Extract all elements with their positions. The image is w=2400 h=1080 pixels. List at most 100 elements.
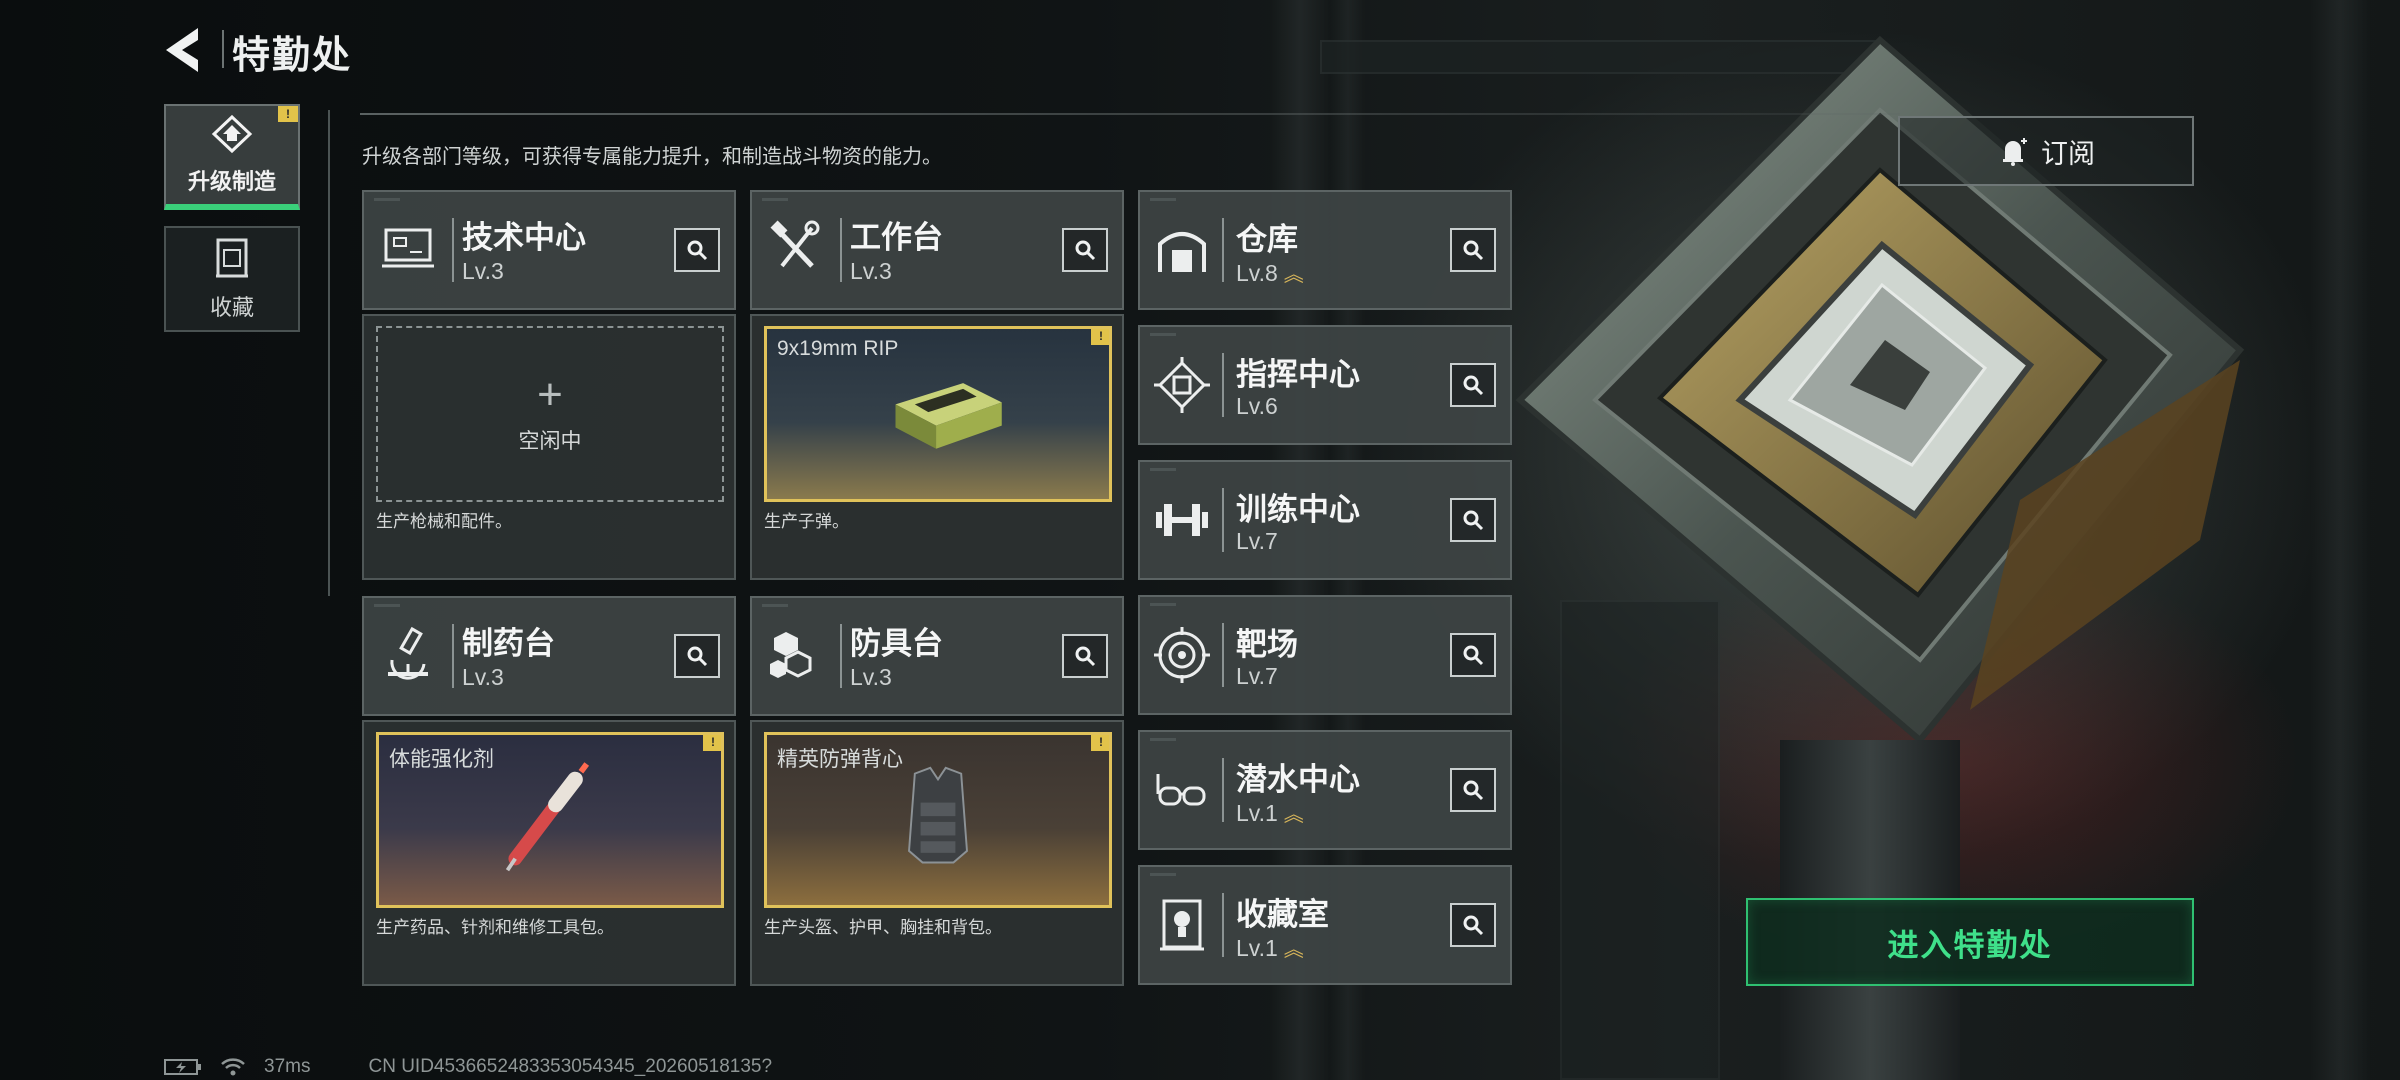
upgrade-chevron-icon: ︽ [1283,804,1304,826]
armor-blocks-icon [770,632,812,678]
product-name: 精英防弹背心 [777,748,903,771]
facility-level: Lv.7 [1236,663,1278,689]
tools-icon [770,220,820,268]
inspect-button[interactable] [1062,634,1108,678]
facility-level: Lv.3 [850,664,892,690]
battery-charging-icon [164,1059,201,1075]
facility-name: 收藏室 [1236,897,1329,932]
card-divider [840,624,842,688]
product-slot[interactable]: 精英防弹背心 ! [764,732,1112,908]
alert-badge: ! [1091,329,1109,345]
header-divider [222,30,224,68]
card-pharmacy[interactable]: 制药台 Lv.3 [362,596,736,716]
section-divider [360,113,1900,115]
inspect-button[interactable] [1450,498,1496,542]
card-armor-bench-body: 精英防弹背心 ! 生产头盔、护甲、胸挂和背包。 [750,720,1124,986]
card-diving-center[interactable]: 潜水中心 Lv.1 ︽ [1138,730,1512,850]
subscribe-button[interactable]: 订阅 [1898,116,2194,186]
card-corner-mark [1150,603,1176,606]
rail-divider [328,110,330,596]
card-corner-mark [1150,873,1176,876]
card-corner-mark [762,604,788,607]
card-workbench[interactable]: 工作台 Lv.3 [750,190,1124,310]
facility-name: 潜水中心 [1236,762,1360,797]
subscribe-label: 订阅 [2041,138,2095,169]
enter-label: 进入特勤处 [1887,927,2053,963]
card-tech-center[interactable]: 技术中心 Lv.3 [362,190,736,310]
facility-level: Lv.3 [462,664,504,690]
card-divider [1222,893,1224,957]
enter-special-ops-button[interactable]: 进入特勤处 [1746,898,2194,986]
facility-level: Lv.6 [1236,393,1278,419]
warehouse-icon [1158,232,1206,272]
upgrade-chevron-icon: ︽ [1283,939,1304,961]
inspect-button[interactable] [1062,228,1108,272]
diving-mask-icon [1156,774,1206,806]
card-warehouse[interactable]: 仓库 Lv.8 ︽ [1138,190,1512,310]
upgrade-chevron-icon: ︽ [1283,264,1304,286]
facility-name: 靶场 [1236,627,1298,662]
tab-upgrade-manufacture[interactable]: 升级制造 ! [164,104,300,210]
card-caption: 生产子弹。 [764,512,849,531]
alert-badge: ! [703,735,721,751]
search-icon [1075,646,1096,667]
inspect-button[interactable] [1450,228,1496,272]
uid-text: CN UID4536652483353054345_20260518135? [368,1056,773,1077]
alert-badge: ! [1091,735,1109,751]
search-icon [687,240,708,261]
alert-badge: ! [278,106,298,122]
card-command-center[interactable]: 指挥中心 Lv.6 [1138,325,1512,445]
card-shooting-range[interactable]: 靶场 Lv.7 [1138,595,1512,715]
card-workbench-body: 9x19mm RIP ! 生产子弹。 [750,314,1124,580]
card-collection-room[interactable]: 收藏室 Lv.1 ︽ [1138,865,1512,985]
product-slot[interactable]: 9x19mm RIP ! [764,326,1112,502]
facility-level: Lv.1 ︽ [1236,800,1304,826]
chip-icon [1154,357,1210,413]
upgrade-icon [211,114,253,154]
slot-status: 空闲中 [518,430,582,453]
tab-label: 收藏 [209,295,254,320]
product-slot[interactable]: 体能强化剂 ! [376,732,724,908]
inspect-button[interactable] [1450,903,1496,947]
facility-name: 防具台 [850,626,943,661]
card-armor-bench[interactable]: 防具台 Lv.3 [750,596,1124,716]
facility-name: 仓库 [1236,222,1298,257]
card-caption: 生产头盔、护甲、胸挂和背包。 [764,918,1002,937]
search-icon [1075,240,1096,261]
card-corner-mark [374,604,400,607]
card-divider [840,218,842,282]
card-divider [452,624,454,688]
card-tech-center-body: + 空闲中 生产枪械和配件。 [362,314,736,580]
facility-name: 技术中心 [462,220,586,255]
inspect-button[interactable] [674,634,720,678]
card-divider [1222,758,1224,822]
facility-level: Lv.3 [462,258,504,284]
search-icon [1463,780,1484,801]
card-pharmacy-body: 体能强化剂 ! 生产药品、针剂和维修工具包。 [362,720,736,986]
monitor-icon [382,228,434,268]
collection-icon [216,238,248,278]
search-icon [1463,375,1484,396]
back-arrow-icon[interactable] [160,22,210,78]
inspect-button[interactable] [1450,633,1496,677]
tab-collection[interactable]: 收藏 [164,226,300,332]
inspect-button[interactable] [1450,363,1496,407]
facility-level: Lv.8 ︽ [1236,260,1304,286]
facility-level: Lv.7 [1236,528,1278,554]
search-icon [1463,510,1484,531]
inspect-button[interactable] [1450,768,1496,812]
card-training-center[interactable]: 训练中心 Lv.7 [1138,460,1512,580]
card-divider [1222,623,1224,687]
status-bar: 37ms CN UID4536652483353054345_202605181… [164,1056,772,1078]
microscope-icon [388,626,428,680]
facility-name: 指挥中心 [1236,357,1360,392]
inspect-button[interactable] [674,228,720,272]
card-corner-mark [1150,738,1176,741]
section-description: 升级各部门等级，可获得专属能力提升，和制造战斗物资的能力。 [362,146,942,168]
idle-production-slot[interactable]: + 空闲中 [376,326,724,502]
ping-text: 37ms [264,1056,311,1077]
card-caption: 生产枪械和配件。 [376,512,512,531]
card-corner-mark [1150,333,1176,336]
card-corner-mark [374,198,400,201]
search-icon [1463,645,1484,666]
